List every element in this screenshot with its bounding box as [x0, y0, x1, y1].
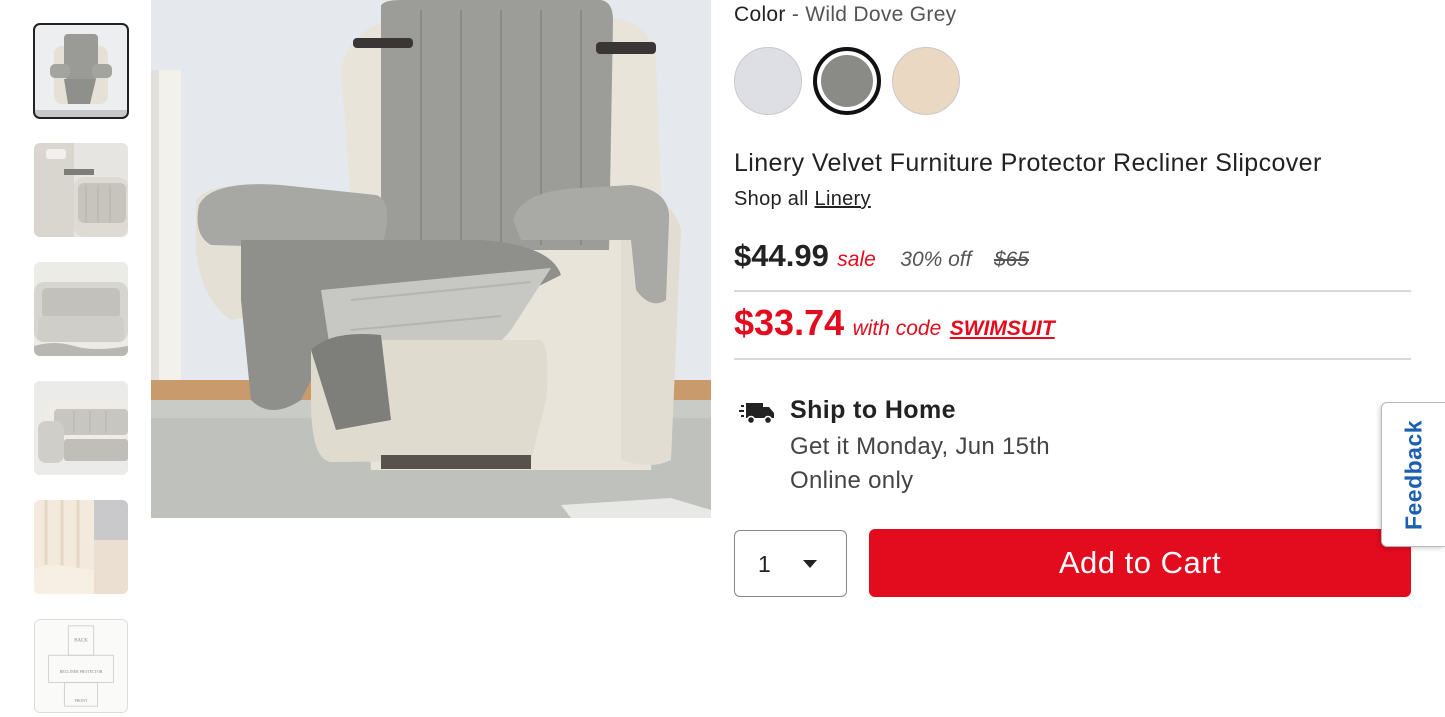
diagram-label-front: FRONT [75, 699, 88, 703]
color-value: Wild Dove Grey [805, 3, 957, 26]
with-code-label: with code [852, 317, 942, 340]
thumbnail-image [34, 24, 128, 118]
recliner-illustration [151, 0, 711, 518]
color-separator: - [785, 3, 806, 26]
diagram-label-middle: RECLINER PROTECTOR [60, 670, 103, 674]
thumbnail-4[interactable] [34, 381, 128, 475]
swatch-light-grey[interactable] [734, 47, 802, 115]
sale-price: $44.99 [734, 238, 829, 273]
diagram-label-back: BACK [74, 639, 88, 644]
quantity-select[interactable]: 1 [734, 530, 847, 597]
quantity-value: 1 [758, 551, 771, 577]
delivery-date: Get it Monday, Jun 15th [790, 433, 1050, 460]
chevron-down-icon [803, 560, 817, 568]
thumbnail-image [34, 143, 128, 237]
code-price: $33.74 [734, 302, 845, 343]
thumbnail-image [34, 381, 128, 475]
feedback-tab[interactable]: Feedback [1381, 402, 1445, 547]
thumbnail-diagram: BACK RECLINER PROTECTOR FRONT [35, 620, 127, 712]
shop-all-prefix: Shop all [734, 188, 809, 210]
product-title: Linery Velvet Furniture Protector Reclin… [734, 149, 1322, 177]
thumbnail-image [34, 500, 128, 594]
price-row: $44.99 sale 30% off $65 [734, 238, 1029, 282]
divider [734, 290, 1411, 292]
color-selection-label: Color - Wild Dove Grey [734, 3, 956, 27]
swatch-wild-dove-grey[interactable] [813, 47, 881, 115]
promo-price-row: $33.74 with code SWIMSUIT [734, 302, 1055, 344]
feedback-label: Feedback [1400, 419, 1426, 530]
thumbnail-2[interactable] [34, 143, 128, 237]
thumbnail-5[interactable] [34, 500, 128, 594]
thumbnail-3[interactable] [34, 262, 128, 356]
add-to-cart-button[interactable]: Add to Cart [869, 529, 1411, 597]
thumbnail-image [34, 262, 128, 356]
shop-all-line: Shop all Linery [734, 188, 871, 211]
availability-note: Online only [790, 467, 914, 494]
divider [734, 358, 1411, 360]
main-product-image[interactable] [151, 0, 711, 518]
brand-link[interactable]: Linery [815, 188, 871, 210]
percent-off: 30% off [900, 248, 972, 271]
ship-to-home-title: Ship to Home [790, 396, 956, 424]
thumbnail-1[interactable] [33, 23, 129, 119]
swatch-beige[interactable] [892, 47, 960, 115]
original-price: $65 [993, 248, 1029, 271]
color-label: Color [734, 3, 786, 26]
sale-label: sale [837, 248, 876, 271]
truck-icon [739, 403, 774, 425]
promo-code-link[interactable]: SWIMSUIT [950, 317, 1055, 340]
thumbnail-6[interactable]: BACK RECLINER PROTECTOR FRONT [34, 619, 128, 713]
